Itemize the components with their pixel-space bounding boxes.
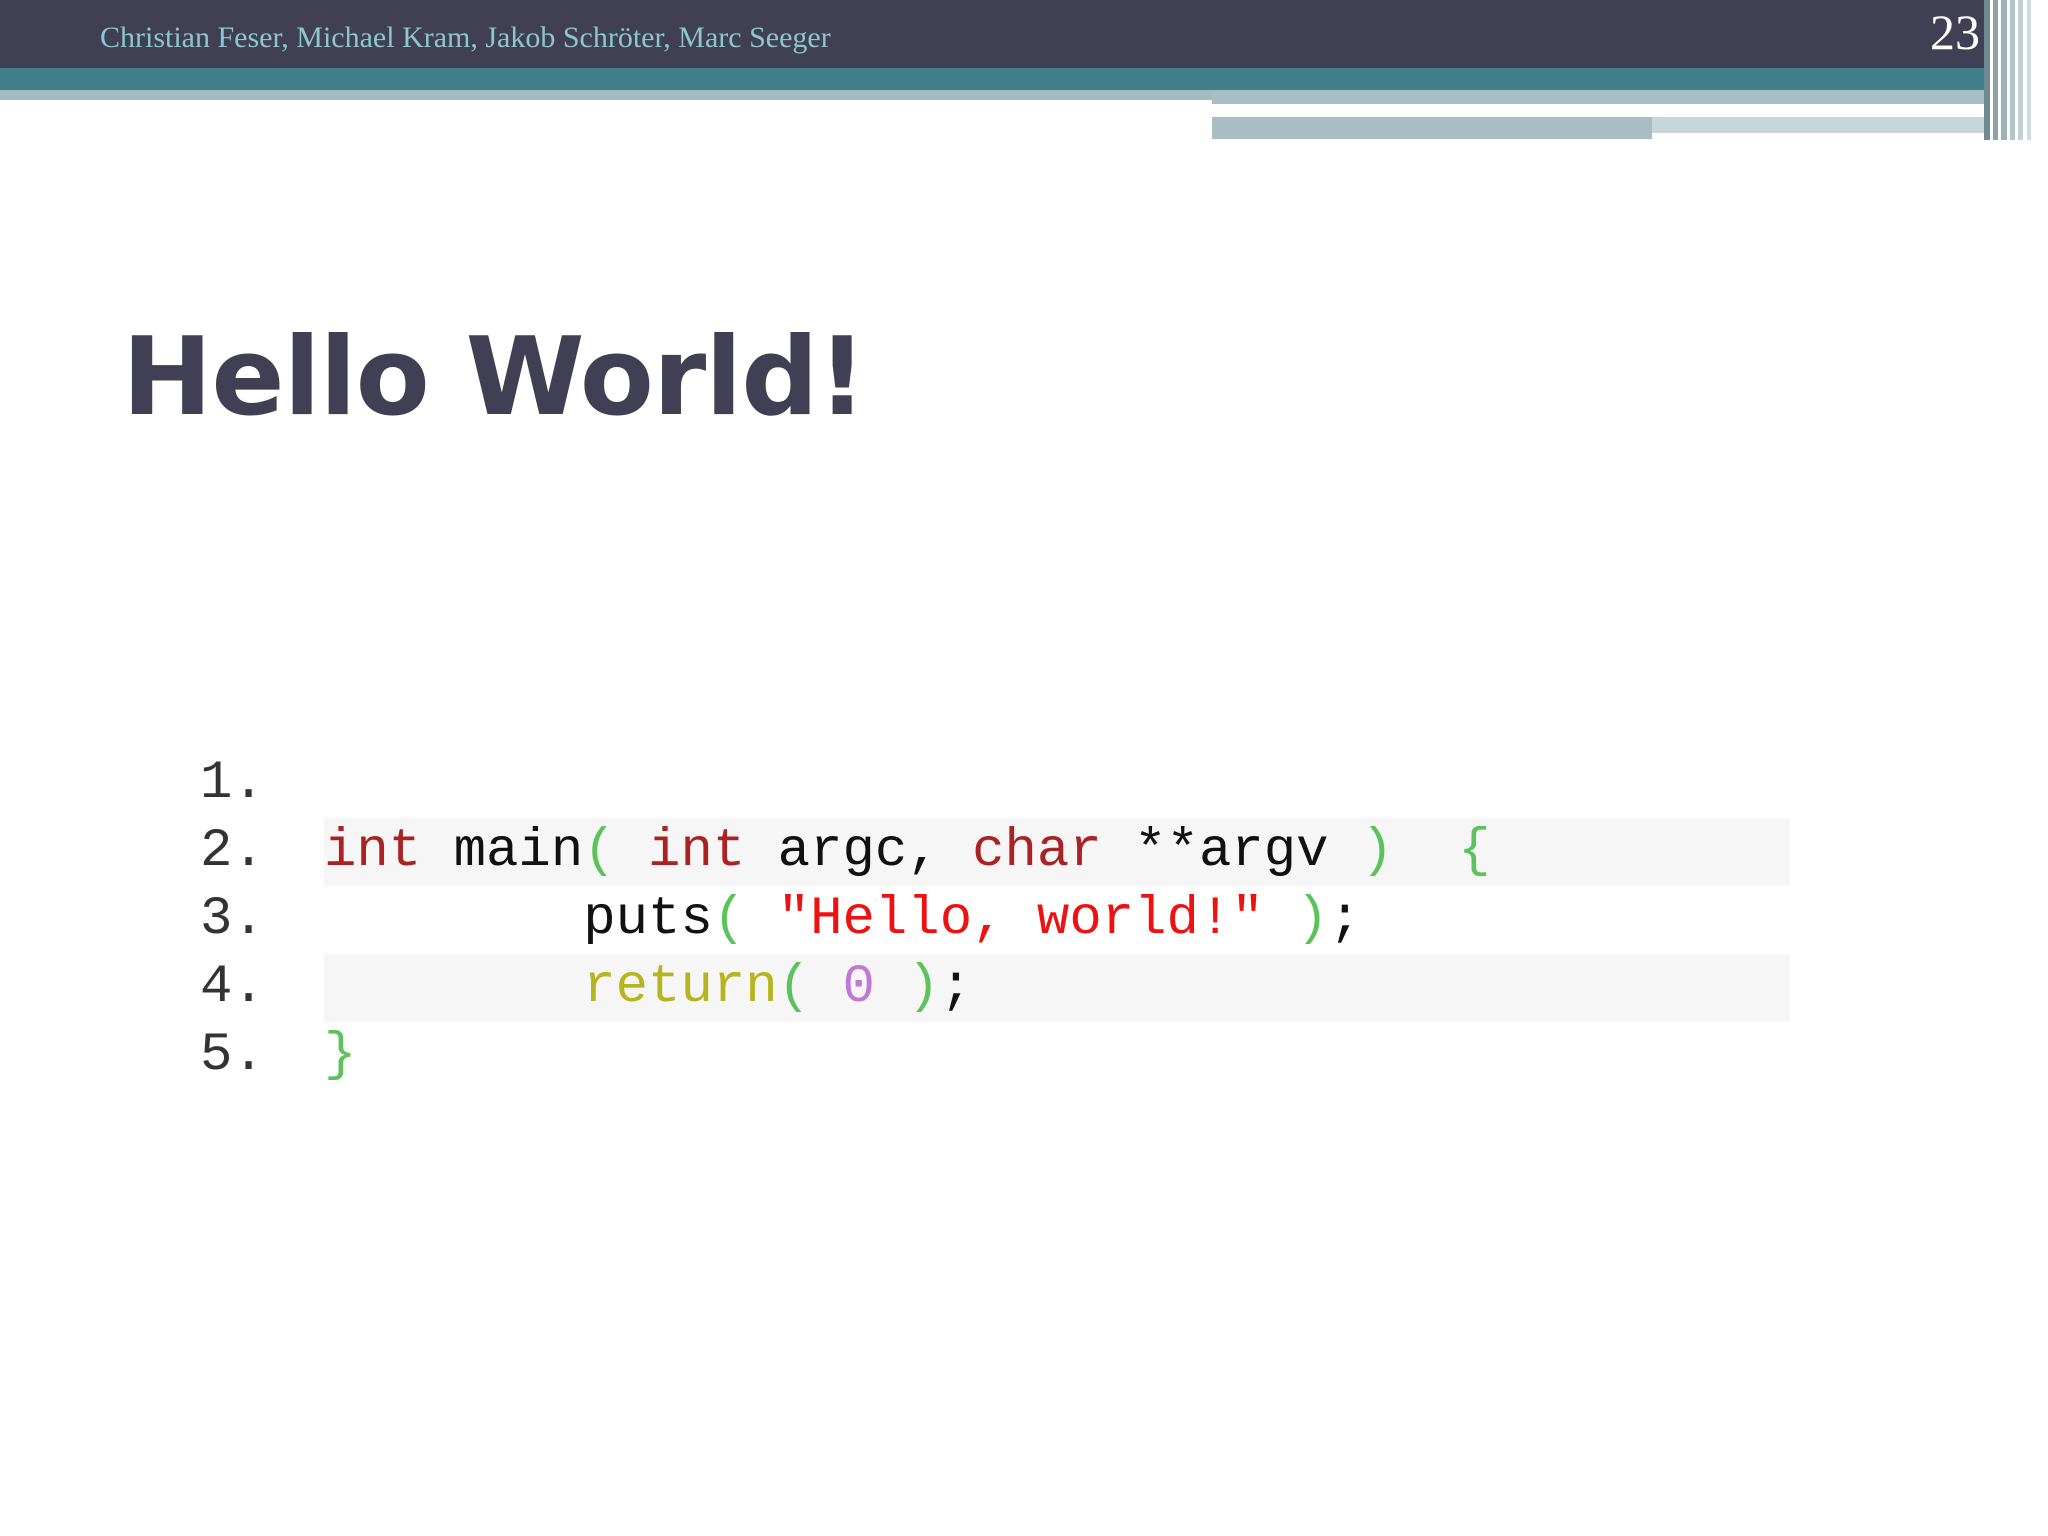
- identifier-token: main: [421, 821, 584, 882]
- decorative-gray-band: [1212, 90, 2048, 104]
- line-number: 1.: [200, 753, 265, 814]
- semicolon-token: ;: [1328, 889, 1361, 950]
- decorative-lower-band-light: [1652, 117, 2012, 133]
- paren-token: ): [1328, 821, 1394, 882]
- keyword-token: int: [324, 821, 422, 882]
- number-literal: 0: [810, 957, 875, 1018]
- string-literal: "Hello, world!": [745, 889, 1264, 950]
- line-number: 5.: [200, 1025, 265, 1086]
- paren-token: (: [777, 957, 811, 1018]
- line-number: 2.: [200, 821, 265, 882]
- identifier-token: puts: [324, 889, 713, 950]
- paren-token: ): [1263, 889, 1329, 950]
- paren-token: ): [874, 957, 940, 1018]
- paren-token: (: [712, 889, 746, 950]
- decorative-edge-stripes: [1984, 0, 2048, 140]
- brace-token: }: [324, 1025, 357, 1086]
- line-number: 3.: [200, 889, 265, 950]
- decorative-pale-band: [0, 90, 1212, 100]
- paren-token: (: [583, 821, 616, 882]
- code-line-4: 4. return( 0 );: [200, 954, 1790, 1022]
- line-number: 4.: [200, 957, 265, 1018]
- identifier-token: argc,: [745, 821, 940, 882]
- identifier-token: **argv: [1101, 821, 1329, 882]
- code-listing: 1. #include <stdio.h> 2. int main( int a…: [200, 750, 1790, 1090]
- slide-title: Hello World!: [122, 315, 867, 440]
- page-number: 23: [1930, 4, 1980, 60]
- code-line-5: 5. }: [200, 1022, 1790, 1090]
- return-keyword: return: [324, 957, 778, 1018]
- code-line-2: 2. int main( int argc, char **argv ) {: [200, 818, 1790, 886]
- decorative-teal-band: [0, 68, 2048, 90]
- keyword-token: int: [615, 821, 746, 882]
- brace-token: {: [1393, 821, 1491, 882]
- semicolon-token: ;: [939, 957, 973, 1018]
- code-line-1: 1. #include <stdio.h>: [200, 750, 1790, 882]
- keyword-token: char: [939, 821, 1102, 882]
- author-line: Christian Feser, Michael Kram, Jakob Sch…: [100, 21, 831, 54]
- code-line-3: 3. puts( "Hello, world!" );: [200, 886, 1790, 954]
- decorative-lower-band: [1212, 117, 1652, 139]
